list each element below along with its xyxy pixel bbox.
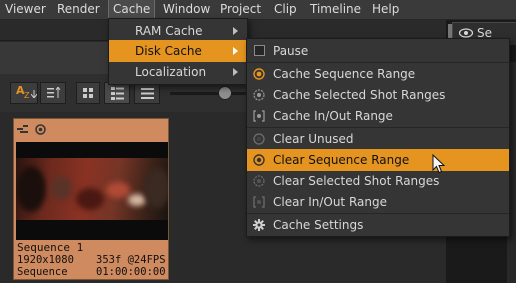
thumbnail-frames: 353f @24FPS (96, 254, 166, 266)
radio-icon (253, 89, 265, 101)
thumbnail-resolution: 1920x1080 (17, 254, 74, 266)
thumbnail-view-button[interactable] (76, 82, 100, 104)
detail-list-icon (111, 87, 124, 100)
menubar: Viewer Render Cache Window Project Clip … (0, 0, 516, 20)
sort-arrow-icon (31, 90, 37, 98)
menu-viewer[interactable]: Viewer (5, 0, 46, 19)
menu-item-label: Cache Sequence Range (273, 67, 416, 81)
menu-item-cache-settings[interactable]: Cache Settings (247, 214, 509, 236)
clear-sequence-icon (253, 154, 265, 166)
gear-icon (253, 219, 265, 231)
menu-item-label: Disk Cache (135, 44, 202, 58)
clear-in-out-icon (253, 196, 265, 208)
cache-menu: RAM Cache Disk Cache Localization (108, 18, 248, 85)
disk-cache-submenu: Pause Cache Sequence Range Cache Selecte… (246, 38, 510, 237)
menu-project[interactable]: Project (220, 0, 261, 19)
sort-z-label: Z (24, 91, 30, 100)
menu-item-label: Pause (273, 44, 309, 58)
sort-az-button[interactable]: A Z (10, 82, 38, 104)
menu-item-ram-cache[interactable]: RAM Cache (109, 20, 247, 42)
grid-icon (83, 88, 93, 98)
cache-status-icon (35, 124, 46, 135)
eye-icon (459, 28, 473, 38)
menu-item-label: Localization (135, 65, 207, 79)
menu-window[interactable]: Window (163, 0, 210, 19)
list-icon (141, 88, 154, 99)
menu-render[interactable]: Render (57, 0, 100, 19)
menu-item-pause[interactable]: Pause (247, 40, 509, 62)
thumbnail-timecode: 01:00:00:00 (96, 266, 166, 278)
thumbnail-size-slider[interactable] (170, 92, 250, 95)
menu-item-label: Clear Sequence Range (273, 153, 410, 167)
menu-item-clear-selected-shot-ranges[interactable]: Clear Selected Shot Ranges (247, 170, 509, 192)
thumbnail-frame (16, 158, 168, 220)
thumbnail-name: Sequence 1 (17, 241, 84, 254)
sort-order-button[interactable] (40, 82, 66, 104)
menu-item-cache-in-out-range[interactable]: Cache In/Out Range (247, 105, 509, 127)
thumbnail-type: Sequence (17, 266, 68, 278)
submenu-arrow-icon (233, 27, 238, 35)
slider-handle[interactable] (218, 86, 232, 100)
menu-item-clear-unused[interactable]: Clear Unused (247, 128, 509, 150)
menu-timeline[interactable]: Timeline (310, 0, 361, 19)
menu-item-label: Cache Selected Shot Ranges (273, 88, 446, 102)
sort-order-icon (47, 87, 61, 98)
sequence-type-icon (17, 125, 28, 133)
clear-shots-icon (253, 175, 265, 187)
submenu-arrow-icon (233, 68, 238, 76)
menu-item-clear-sequence-range[interactable]: Clear Sequence Range (247, 149, 509, 171)
radio-selected-icon (253, 68, 265, 80)
menu-item-localization[interactable]: Localization (109, 61, 247, 83)
clear-icon (253, 133, 265, 145)
menu-item-clear-in-out-range[interactable]: Clear In/Out Range (247, 191, 509, 213)
menu-item-disk-cache[interactable]: Disk Cache (109, 40, 247, 62)
detail-view-button[interactable] (104, 82, 130, 104)
menu-item-cache-sequence-range[interactable]: Cache Sequence Range (247, 63, 509, 85)
checkbox-icon[interactable] (254, 45, 265, 56)
menu-item-label: Cache Settings (273, 218, 364, 232)
menu-item-label: Clear Selected Shot Ranges (273, 174, 440, 188)
list-view-button[interactable] (134, 82, 160, 104)
menu-cache[interactable]: Cache (107, 0, 156, 20)
menu-item-label: RAM Cache (135, 24, 203, 38)
menu-item-label: Clear Unused (273, 132, 354, 146)
menu-help[interactable]: Help (372, 0, 399, 19)
menu-clip[interactable]: Clip (274, 0, 297, 19)
in-out-icon (253, 110, 265, 122)
mouse-cursor-icon (432, 154, 446, 174)
submenu-arrow-icon (233, 47, 238, 55)
menu-item-label: Cache In/Out Range (273, 109, 393, 123)
menu-item-label: Clear In/Out Range (273, 195, 387, 209)
menu-item-cache-selected-shot-ranges[interactable]: Cache Selected Shot Ranges (247, 84, 509, 106)
